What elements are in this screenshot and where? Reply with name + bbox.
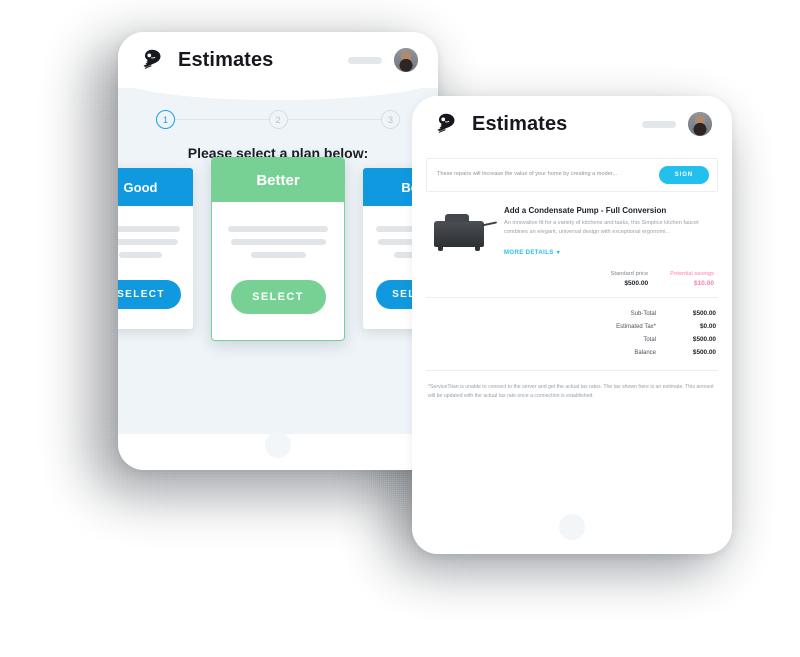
total-value: $0.00: [700, 323, 716, 331]
plan-card-good-select-button[interactable]: SELECT: [118, 280, 181, 309]
estimate-line-item: Add a Condensate Pump - Full Conversion …: [426, 192, 718, 299]
pump-feet: [438, 246, 480, 251]
potential-savings-label: Potential savings: [670, 271, 714, 278]
wizard-body: 1 2 3 Please select a plan below: Good S…: [118, 88, 438, 434]
servicetitan-mascot-logo-icon: [138, 45, 168, 75]
total-label: Estimated Tax*: [616, 324, 656, 331]
plan-card-good[interactable]: Good SELECT: [118, 168, 193, 329]
table-row: Sub-Total $500.00: [428, 310, 716, 317]
tablet-device-one: Estimates 1 2 3 Please select a plan bel…: [118, 32, 438, 470]
stepper-step-2[interactable]: 2: [268, 110, 288, 129]
line-item-description: An innovative fit for a variety of kitch…: [504, 220, 699, 235]
line-item-title: Add a Condensate Pump - Full Conversion: [504, 206, 667, 215]
servicetitan-mascot-logo-icon: [432, 109, 462, 139]
plan-card-better[interactable]: Better SELECT: [211, 157, 345, 341]
total-label: Balance: [634, 350, 656, 357]
total-label: Sub-Total: [630, 311, 656, 318]
placeholder-line: [118, 239, 179, 245]
plan-card-list: Good SELECT Better SELECT: [118, 157, 438, 341]
avatar-image-two: [688, 112, 712, 136]
stepper-line-2: [287, 119, 381, 120]
screenshot-stage: Estimates 1 2 3 Please select a plan bel…: [0, 0, 800, 657]
plan-card-better-select-button[interactable]: SELECT: [230, 280, 326, 314]
more-details-label: MORE DETAILS: [504, 250, 554, 257]
line-item-price-row: Standard price $500.00 Potential savings…: [504, 271, 716, 287]
totals-table: Sub-Total $500.00 Estimated Tax* $0.00 T…: [426, 298, 718, 372]
app-header-two: Estimates: [412, 96, 732, 152]
plan-card-good-body: SELECT: [118, 206, 193, 329]
stepper-line-1: [175, 119, 269, 120]
home-button-one[interactable]: [265, 432, 291, 458]
tablet-two-screen: Estimates These repairs will increase th…: [412, 96, 732, 554]
total-label: Total: [643, 337, 656, 344]
signature-notice-bar: These repairs will increase the value of…: [426, 158, 718, 192]
standard-price-column: Standard price $500.00: [610, 271, 648, 287]
standard-price-value: $500.00: [624, 280, 649, 288]
notice-text: These repairs will increase the value of…: [437, 171, 618, 178]
header-placeholder-pill-two: [642, 120, 676, 128]
plan-card-better-body: SELECT: [212, 202, 344, 340]
total-value: $500.00: [692, 349, 716, 357]
app-title-two: Estimates: [472, 112, 568, 135]
potential-savings-value: $10.00: [693, 280, 714, 288]
table-row: Total $500.00: [428, 336, 716, 343]
potential-savings-column: Potential savings $10.00: [670, 271, 714, 287]
table-row: Estimated Tax* $0.00: [428, 323, 716, 330]
app-title-one: Estimates: [178, 48, 274, 71]
plan-card-good-header: Good: [118, 168, 193, 206]
plan-card-better-header: Better: [212, 158, 344, 202]
avatar-image-one: [394, 48, 418, 72]
total-value: $500.00: [692, 310, 716, 318]
home-button-two[interactable]: [559, 514, 585, 540]
chevron-down-icon: ▾: [556, 250, 561, 257]
table-row: Balance $500.00: [428, 349, 716, 356]
stepper-step-3[interactable]: 3: [381, 110, 400, 129]
tablet-one-screen: Estimates 1 2 3 Please select a plan bel…: [118, 32, 438, 470]
tablet-device-two: Estimates These repairs will increase th…: [412, 96, 732, 554]
standard-price-label: Standard price: [610, 271, 649, 278]
condensate-pump-image-icon: [428, 206, 492, 254]
stepper: 1 2 3: [156, 110, 400, 129]
placeholder-line: [250, 252, 306, 258]
stepper-step-1[interactable]: 1: [156, 110, 175, 129]
app-header-one: Estimates: [118, 32, 438, 88]
total-value: $500.00: [692, 336, 716, 344]
more-details-link[interactable]: MORE DETAILS ▾: [504, 250, 560, 256]
tax-footnote: *ServiceTitan is unable to connect to th…: [428, 384, 714, 399]
placeholder-line: [228, 226, 328, 232]
placeholder-line: [118, 226, 180, 232]
pump-body: [434, 214, 484, 247]
placeholder-line: [118, 252, 163, 258]
header-placeholder-pill-one: [348, 56, 382, 64]
sign-button[interactable]: SIGN: [658, 166, 709, 184]
placeholder-line: [230, 239, 326, 245]
line-item-details: Add a Condensate Pump - Full Conversion …: [504, 206, 716, 287]
estimate-document-body: These repairs will increase the value of…: [412, 158, 732, 401]
avatar-one[interactable]: [394, 48, 418, 72]
avatar-two[interactable]: [688, 112, 712, 136]
